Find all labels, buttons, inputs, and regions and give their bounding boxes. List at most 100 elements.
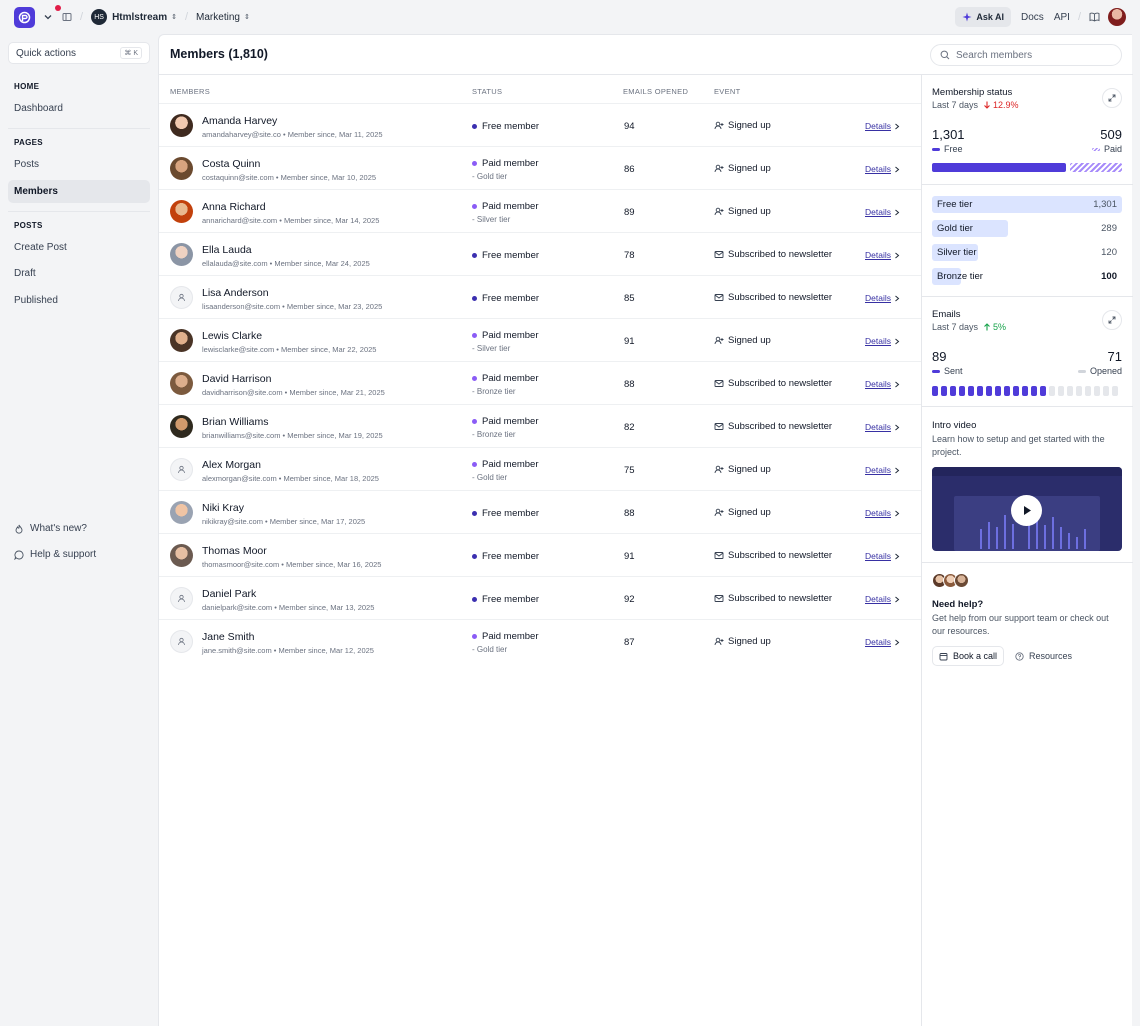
app-logo[interactable]: [14, 6, 35, 28]
tier-name: Gold tier: [937, 223, 973, 234]
details-link[interactable]: Details: [865, 336, 900, 346]
sidebar-item-create-post[interactable]: Create Post: [8, 236, 150, 259]
sent-dot: [986, 386, 992, 396]
need-help-card: Need help? Get help from our support tea…: [922, 563, 1133, 683]
details-label: Details: [865, 121, 891, 131]
page-title: Members (1,810): [170, 47, 268, 61]
book-call-button[interactable]: Book a call: [932, 646, 1005, 666]
details-link[interactable]: Details: [865, 422, 900, 432]
details-link[interactable]: Details: [865, 379, 900, 389]
app-switcher-chevron-icon[interactable]: [44, 13, 52, 21]
ask-ai-button[interactable]: Ask AI: [955, 7, 1012, 27]
help-support-link[interactable]: Help & support: [14, 549, 96, 560]
sidebar-item-dashboard[interactable]: Dashboard: [8, 97, 150, 120]
sidebar-item-published[interactable]: Published: [8, 289, 150, 312]
workspace-switcher[interactable]: HS Htmlstream ⇕: [91, 9, 177, 25]
membership-status-card: Membership status Last 7 days 12.9% 1,30…: [922, 75, 1133, 185]
member-name: Lewis Clarke: [202, 330, 263, 342]
sidebar-item-draft[interactable]: Draft: [8, 262, 150, 285]
member-email-since: thomasmoor@site.com • Member since, Mar …: [202, 560, 382, 569]
tier-row: Free tier 1,301: [932, 196, 1122, 213]
quick-actions-label: Quick actions: [16, 47, 77, 59]
avatar: [170, 329, 193, 352]
table-row[interactable]: Lewis Clarke lewisclarke@site.com • Membe…: [159, 318, 921, 361]
user-plus-icon: [714, 121, 724, 130]
event-cell: Subscribed to newsletter: [714, 249, 832, 260]
avatar-placeholder: [170, 286, 193, 309]
user-icon: [178, 594, 185, 603]
sidebar-item-posts[interactable]: Posts: [8, 153, 150, 176]
details-link[interactable]: Details: [865, 637, 900, 647]
search-box[interactable]: [930, 44, 1122, 66]
expand-button[interactable]: [1102, 310, 1122, 330]
search-input[interactable]: [956, 49, 1106, 61]
emails-opened-count: 89: [624, 207, 635, 218]
sidebar-toggle-icon[interactable]: [62, 12, 72, 22]
table-row[interactable]: Ella Lauda ellalauda@site.com • Member si…: [159, 232, 921, 275]
expand-button[interactable]: [1102, 88, 1122, 108]
book-icon[interactable]: [1089, 12, 1100, 22]
section-switcher[interactable]: Marketing ⇕: [196, 12, 250, 23]
status-badge: Free member: [472, 594, 539, 605]
user-avatar[interactable]: [1108, 8, 1126, 26]
video-thumbnail[interactable]: [932, 467, 1122, 551]
table-row[interactable]: David Harrison davidharrison@site.com • M…: [159, 361, 921, 404]
opened-count: 71: [1107, 349, 1122, 364]
status-dot: [472, 634, 477, 639]
free-bar: [932, 163, 1066, 172]
event-cell: Signed up: [714, 335, 771, 346]
details-link[interactable]: Details: [865, 594, 900, 604]
details-link[interactable]: Details: [865, 508, 900, 518]
table-row[interactable]: Alex Morgan alexmorgan@site.com • Member …: [159, 447, 921, 490]
details-link[interactable]: Details: [865, 465, 900, 475]
tier-row: Gold tier 289: [932, 220, 1122, 237]
emails-card: Emails Last 7 days 5% 89 71 Sent Opened: [922, 297, 1133, 407]
tier-label: - Gold tier: [472, 473, 508, 482]
details-link[interactable]: Details: [865, 551, 900, 561]
tier-label: - Silver tier: [472, 215, 511, 224]
updown-icon: ⇕: [243, 14, 250, 21]
whats-new-link[interactable]: What's new?: [14, 523, 87, 534]
status-badge: Free member: [472, 250, 539, 261]
quick-actions-button[interactable]: Quick actions ⌘ K: [8, 42, 150, 64]
column-header-status: STATUS: [472, 87, 503, 96]
details-link[interactable]: Details: [865, 293, 900, 303]
free-legend: Free: [932, 144, 963, 154]
table-row[interactable]: Daniel Park danielpark@site.com • Member …: [159, 576, 921, 619]
chevron-right-icon: [895, 553, 900, 559]
free-legend-swatch: [932, 147, 940, 151]
event-label: Subscribed to newsletter: [728, 292, 833, 303]
member-name: Ella Lauda: [202, 244, 252, 256]
emails-opened-count: 94: [624, 121, 635, 132]
member-email-since: jane.smith@site.com • Member since, Mar …: [202, 646, 374, 655]
table-row[interactable]: Anna Richard annarichard@site.com • Membe…: [159, 189, 921, 232]
details-link[interactable]: Details: [865, 250, 900, 260]
resources-button[interactable]: Resources: [1015, 651, 1072, 661]
api-link[interactable]: API: [1054, 12, 1070, 23]
intro-video-card: Intro video Learn how to setup and get s…: [922, 407, 1133, 563]
table-row[interactable]: Amanda Harvey amandaharvey@site.co • Memb…: [159, 103, 921, 146]
tier-count: 120: [1101, 247, 1117, 258]
paid-legend-swatch: [1091, 147, 1100, 151]
table-row[interactable]: Lisa Anderson lisaanderson@site.com • Mem…: [159, 275, 921, 318]
sidebar-item-members[interactable]: Members: [8, 180, 150, 203]
details-link[interactable]: Details: [865, 121, 900, 131]
event-cell: Signed up: [714, 507, 771, 518]
table-row[interactable]: Brian Williams brianwilliams@site.com • M…: [159, 404, 921, 447]
table-row[interactable]: Costa Quinn costaquinn@site.com • Member …: [159, 146, 921, 189]
status-dot: [472, 597, 477, 602]
play-button[interactable]: [1011, 495, 1042, 526]
docs-link[interactable]: Docs: [1021, 12, 1044, 23]
table-row[interactable]: Jane Smith jane.smith@site.com • Member s…: [159, 619, 921, 662]
status-dot: [472, 419, 477, 424]
table-row[interactable]: Thomas Moor thomasmoor@site.com • Member …: [159, 533, 921, 576]
membership-change-value: 12.9%: [993, 100, 1019, 110]
sent-dot: [1022, 386, 1028, 396]
table-row[interactable]: Niki Kray nikikray@site.com • Member sinc…: [159, 490, 921, 533]
emails-opened-count: 82: [624, 422, 635, 433]
details-link[interactable]: Details: [865, 207, 900, 217]
details-label: Details: [865, 422, 891, 432]
emails-period-label: Last 7 days: [932, 322, 979, 332]
free-count: 1,301: [932, 127, 965, 142]
details-link[interactable]: Details: [865, 164, 900, 174]
